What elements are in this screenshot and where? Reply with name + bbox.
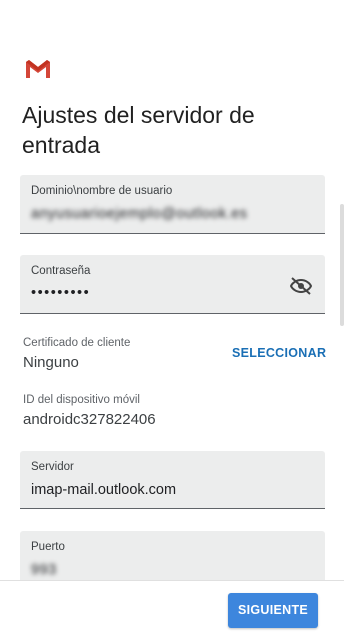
server-field[interactable]: Servidor imap-mail.outlook.com — [20, 451, 325, 509]
password-field[interactable]: Contraseña ••••••••• — [20, 255, 325, 314]
password-label: Contraseña — [31, 265, 91, 277]
visibility-off-icon[interactable] — [289, 274, 313, 298]
server-label: Servidor — [31, 461, 74, 473]
device-id-value: androidc327822406 — [23, 411, 156, 428]
client-certificate-label: Certificado de cliente — [23, 337, 131, 349]
server-input[interactable]: imap-mail.outlook.com — [31, 482, 176, 498]
port-input[interactable]: 993 — [31, 562, 57, 578]
select-certificate-button[interactable]: SELECCIONAR — [232, 346, 326, 360]
device-id-label: ID del dispositivo móvil — [23, 394, 140, 406]
port-label: Puerto — [31, 541, 65, 553]
page-title: Ajustes del servidor de entrada — [22, 102, 255, 158]
domain-username-input[interactable]: anyusuarioejemplo@outlook.es — [31, 206, 248, 222]
port-field[interactable]: Puerto 993 — [20, 531, 325, 581]
domain-username-field[interactable]: Dominio\nombre de usuario anyusuarioejem… — [20, 175, 325, 234]
gmail-logo-icon — [26, 60, 50, 78]
domain-username-label: Dominio\nombre de usuario — [31, 185, 173, 197]
scrollbar[interactable] — [340, 204, 344, 326]
footer-bar: SIGUIENTE — [0, 580, 344, 641]
password-input[interactable]: ••••••••• — [31, 285, 90, 301]
next-button[interactable]: SIGUIENTE — [228, 593, 318, 628]
client-certificate-value: Ninguno — [23, 354, 79, 371]
